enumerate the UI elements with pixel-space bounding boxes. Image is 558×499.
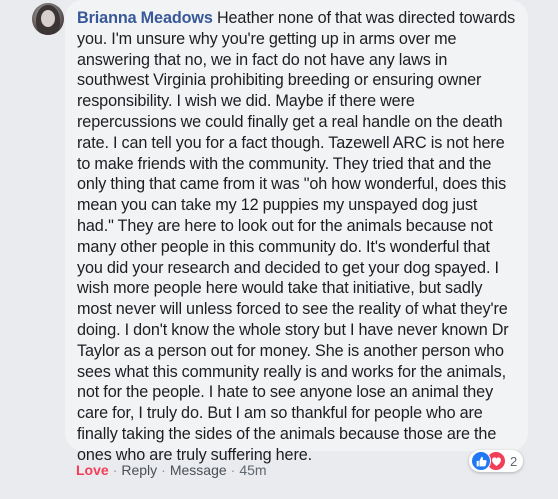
- separator: ·: [112, 462, 118, 478]
- author-name[interactable]: Brianna Meadows: [77, 9, 213, 27]
- avatar[interactable]: [32, 3, 64, 35]
- reaction-summary[interactable]: 2: [469, 450, 524, 472]
- avatar-face: [41, 10, 55, 27]
- message-button[interactable]: Message: [170, 462, 227, 478]
- comment-body: Heather none of that was directed toward…: [77, 9, 516, 464]
- reaction-count: 2: [510, 453, 518, 469]
- comment: Brianna Meadows Heather none of that was…: [0, 0, 558, 499]
- comment-actions: Love · Reply · Message · 45m: [76, 462, 267, 478]
- love-button[interactable]: Love: [76, 462, 109, 478]
- timestamp[interactable]: 45m: [239, 462, 266, 478]
- comment-text: Brianna Meadows Heather none of that was…: [77, 8, 516, 466]
- reply-button[interactable]: Reply: [121, 462, 157, 478]
- like-icon: [471, 451, 491, 471]
- separator: ·: [161, 462, 166, 478]
- comment-bubble: Brianna Meadows Heather none of that was…: [65, 0, 528, 464]
- separator: ·: [230, 462, 236, 478]
